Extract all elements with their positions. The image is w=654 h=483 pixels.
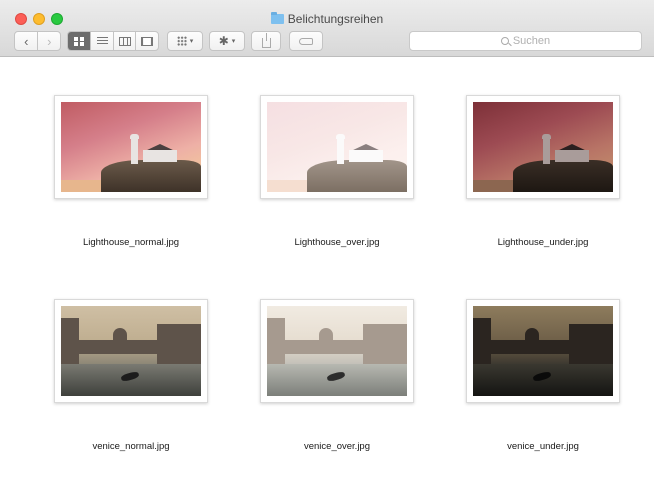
file-thumbnail[interactable] xyxy=(466,95,620,199)
share-button[interactable] xyxy=(251,31,281,51)
file-name[interactable]: venice_under.jpg xyxy=(456,441,630,452)
folder-icon xyxy=(270,12,284,24)
lighthouse-tower xyxy=(130,134,139,164)
file-name[interactable]: venice_over.jpg xyxy=(250,441,424,452)
venice-image xyxy=(473,306,613,396)
rocks xyxy=(101,160,201,192)
view-mode-selector xyxy=(67,31,159,51)
file-icon-grid: Lighthouse_normal.jpg Lighthouse_over.jp… xyxy=(0,58,654,483)
search-field[interactable]: Suchen xyxy=(409,31,642,51)
window-title-text: Belichtungsreihen xyxy=(287,12,384,26)
building-right xyxy=(363,324,407,366)
skyline xyxy=(491,340,571,354)
list-view-icon xyxy=(96,36,108,46)
arrange-grid-icon xyxy=(176,36,187,46)
icon-view-button[interactable] xyxy=(68,32,91,50)
house-body xyxy=(143,150,177,162)
share-icon xyxy=(261,32,271,48)
search-icon xyxy=(500,37,509,45)
file-thumbnail[interactable] xyxy=(466,299,620,403)
file-thumbnail[interactable] xyxy=(54,95,208,199)
chevron-down-icon: ▾ xyxy=(231,38,236,45)
building-left xyxy=(473,318,491,366)
arrange-button[interactable]: ▾ xyxy=(167,31,203,51)
chevron-left-icon: ‹ xyxy=(24,33,29,49)
toolbar: Belichtungsreihen ‹ › ▾ ✱ ▾ Suchen xyxy=(0,0,654,57)
file-thumbnail[interactable] xyxy=(54,299,208,403)
lighthouse-tower xyxy=(336,134,345,164)
file-name[interactable]: Lighthouse_under.jpg xyxy=(456,237,630,248)
tags-button[interactable] xyxy=(289,31,323,51)
water xyxy=(267,364,407,396)
list-view-button[interactable] xyxy=(90,32,113,50)
venice-image xyxy=(61,306,201,396)
back-button[interactable]: ‹ xyxy=(15,32,37,50)
water xyxy=(473,364,613,396)
lighthouse-image xyxy=(473,102,613,192)
window-title: Belichtungsreihen xyxy=(0,11,654,27)
file-name[interactable]: Lighthouse_normal.jpg xyxy=(44,237,218,248)
dome xyxy=(319,328,333,342)
lighthouse-tower xyxy=(542,134,551,164)
column-view-button[interactable] xyxy=(112,32,136,50)
navigation-buttons: ‹ › xyxy=(14,31,61,51)
file-name[interactable]: venice_normal.jpg xyxy=(44,441,218,452)
chevron-right-icon: › xyxy=(47,33,52,49)
file-thumbnail[interactable] xyxy=(260,299,414,403)
house xyxy=(143,144,177,162)
tag-icon xyxy=(299,37,313,45)
dome xyxy=(525,328,539,342)
forward-button[interactable]: › xyxy=(37,32,60,50)
building-left xyxy=(61,318,79,366)
search-placeholder: Suchen xyxy=(512,35,551,47)
building-right xyxy=(157,324,201,366)
cover-flow-icon xyxy=(141,36,154,46)
rocks xyxy=(513,160,613,192)
file-name[interactable]: Lighthouse_over.jpg xyxy=(250,237,424,248)
building-right xyxy=(569,324,613,366)
venice-image xyxy=(267,306,407,396)
cover-flow-view-button[interactable] xyxy=(135,32,158,50)
skyline xyxy=(285,340,365,354)
skyline xyxy=(79,340,159,354)
lighthouse-image xyxy=(267,102,407,192)
house xyxy=(349,144,383,162)
icon-view-icon xyxy=(74,36,85,46)
dome xyxy=(113,328,127,342)
file-thumbnail[interactable] xyxy=(260,95,414,199)
chevron-down-icon: ▾ xyxy=(189,38,194,45)
column-view-icon xyxy=(118,36,131,46)
rocks xyxy=(307,160,407,192)
house-body xyxy=(349,150,383,162)
lighthouse-image xyxy=(61,102,201,192)
finder-window: Belichtungsreihen ‹ › ▾ ✱ ▾ Suchen Light… xyxy=(0,0,654,483)
gear-icon: ✱ xyxy=(218,34,229,48)
house-body xyxy=(555,150,589,162)
house xyxy=(555,144,589,162)
action-button[interactable]: ✱ ▾ xyxy=(209,31,245,51)
water xyxy=(61,364,201,396)
building-left xyxy=(267,318,285,366)
